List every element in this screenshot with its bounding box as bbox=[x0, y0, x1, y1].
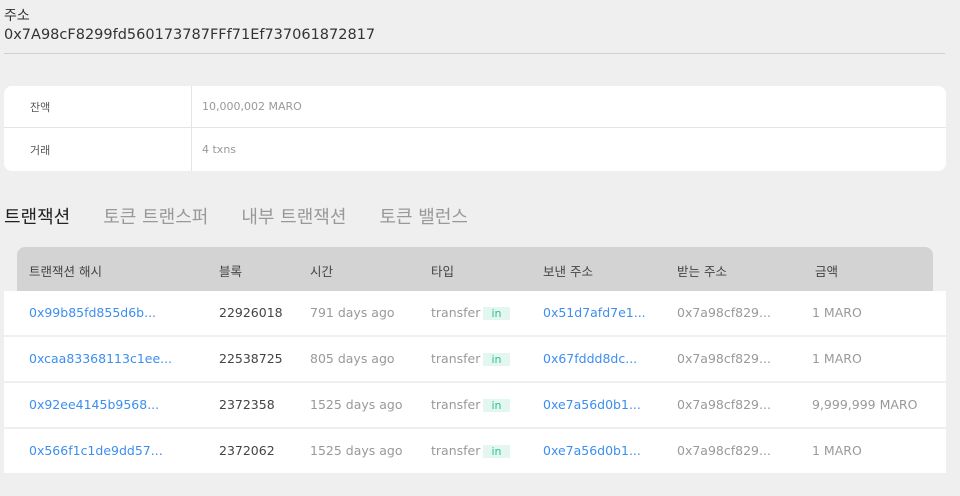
header-to: 받는 주소 bbox=[677, 264, 727, 279]
tx-type: transfer bbox=[431, 351, 481, 366]
header-type: 타입 bbox=[431, 264, 455, 279]
block-number[interactable]: 22926018 bbox=[219, 305, 283, 320]
table-header: 트랜잭션 해시 블록 시간 타입 보낸 주소 받는 주소 금액 bbox=[17, 247, 933, 291]
tx-hash-link[interactable]: 0x92ee4145b9568... bbox=[29, 397, 159, 412]
header-block: 블록 bbox=[219, 264, 243, 279]
direction-badge: in bbox=[483, 445, 510, 458]
divider bbox=[4, 53, 945, 54]
to-address: 0x7a98cf829... bbox=[677, 443, 771, 458]
header-from: 보낸 주소 bbox=[543, 264, 593, 279]
from-address-link[interactable]: 0xe7a56d0b1... bbox=[543, 443, 641, 458]
table-row: 0x92ee4145b9568... 2372358 1525 days ago… bbox=[4, 383, 946, 427]
block-number[interactable]: 2372358 bbox=[219, 397, 275, 412]
txns-value: 4 txns bbox=[202, 143, 237, 156]
to-address: 0x7a98cf829... bbox=[677, 397, 771, 412]
tx-amount: 1 MARO bbox=[812, 305, 862, 320]
balance-value: 10,000,002 MARO bbox=[202, 100, 302, 113]
tx-type: transfer bbox=[431, 443, 481, 458]
from-address-link[interactable]: 0xe7a56d0b1... bbox=[543, 397, 641, 412]
direction-badge: in bbox=[483, 353, 510, 366]
table-row: 0xcaa83368113c1ee... 22538725 805 days a… bbox=[4, 337, 946, 381]
tab-bar: 트랜잭션 토큰 트랜스퍼 내부 트랜잭션 토큰 밸런스 bbox=[4, 203, 501, 229]
tab-transactions[interactable]: 트랜잭션 bbox=[4, 203, 70, 229]
tx-type: transfer bbox=[431, 305, 481, 320]
to-address: 0x7a98cf829... bbox=[677, 351, 771, 366]
summary-card: 잔액 10,000,002 MARO 거래 4 txns bbox=[4, 86, 946, 171]
tab-token-transfers[interactable]: 토큰 트랜스퍼 bbox=[103, 203, 208, 229]
address-value: 0x7A98cF8299fd560173787FFf71Ef7370618728… bbox=[4, 27, 376, 43]
tx-time: 791 days ago bbox=[310, 305, 395, 320]
balance-label: 잔액 bbox=[4, 86, 192, 127]
header-hash: 트랜잭션 해시 bbox=[29, 264, 102, 279]
tx-time: 1525 days ago bbox=[310, 397, 403, 412]
direction-badge: in bbox=[483, 307, 510, 320]
tx-amount: 1 MARO bbox=[812, 351, 862, 366]
from-address-link[interactable]: 0x67fddd8dc... bbox=[543, 351, 637, 366]
tx-type: transfer bbox=[431, 397, 481, 412]
tx-time: 805 days ago bbox=[310, 351, 395, 366]
tx-hash-link[interactable]: 0x99b85fd855d6b... bbox=[29, 305, 156, 320]
header-amount: 금액 bbox=[815, 264, 839, 279]
tx-time: 1525 days ago bbox=[310, 443, 403, 458]
address-label: 주소 bbox=[4, 8, 30, 24]
balance-row: 잔액 10,000,002 MARO bbox=[4, 86, 946, 128]
tx-hash-link[interactable]: 0x566f1c1de9dd57... bbox=[29, 443, 163, 458]
to-address: 0x7a98cf829... bbox=[677, 305, 771, 320]
block-number[interactable]: 22538725 bbox=[219, 351, 283, 366]
tx-hash-link[interactable]: 0xcaa83368113c1ee... bbox=[29, 351, 172, 366]
tab-internal-transactions[interactable]: 내부 트랜잭션 bbox=[241, 203, 346, 229]
block-number[interactable]: 2372062 bbox=[219, 443, 275, 458]
table-row: 0x566f1c1de9dd57... 2372062 1525 days ag… bbox=[4, 429, 946, 473]
txns-row: 거래 4 txns bbox=[4, 128, 946, 171]
txns-label: 거래 bbox=[4, 128, 192, 171]
header-time: 시간 bbox=[310, 264, 334, 279]
tx-amount: 9,999,999 MARO bbox=[812, 397, 918, 412]
direction-badge: in bbox=[483, 399, 510, 412]
from-address-link[interactable]: 0x51d7afd7e1... bbox=[543, 305, 646, 320]
tab-token-balances[interactable]: 토큰 밸런스 bbox=[379, 203, 468, 229]
tx-amount: 1 MARO bbox=[812, 443, 862, 458]
table-row: 0x99b85fd855d6b... 22926018 791 days ago… bbox=[4, 291, 946, 335]
